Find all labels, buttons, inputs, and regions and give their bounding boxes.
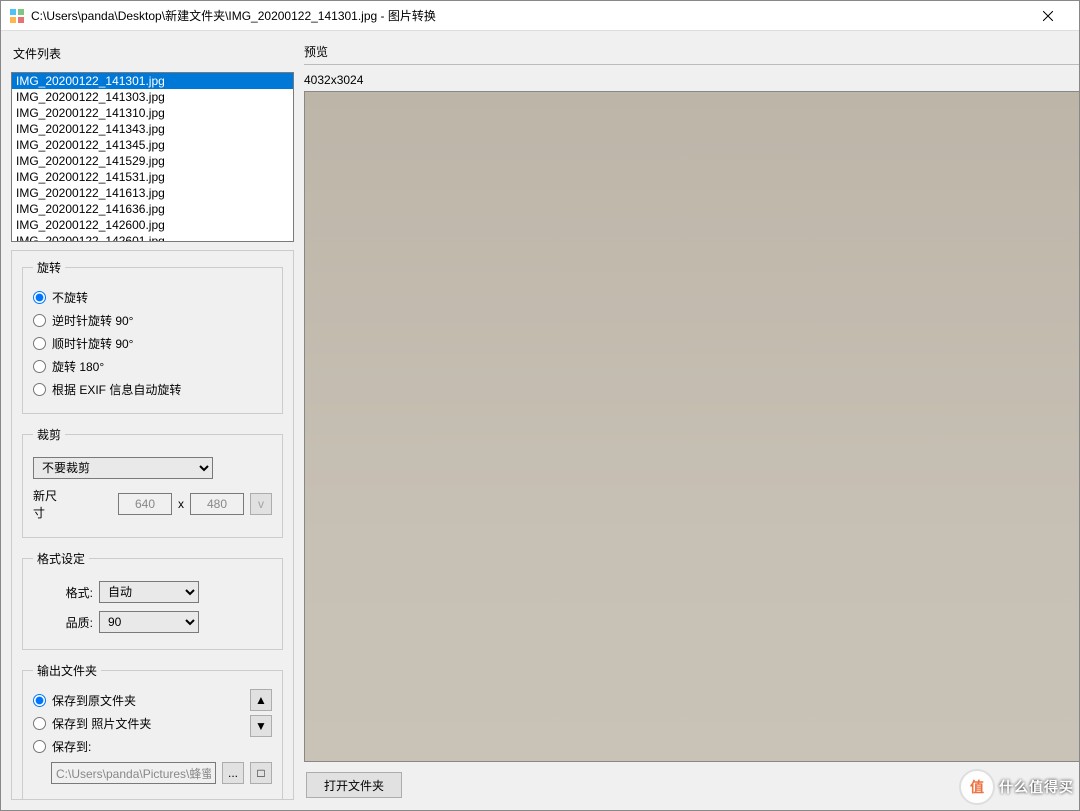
file-list-item[interactable]: IMG_20200122_142600.jpg — [12, 217, 293, 233]
output-group: 输出文件夹 保存到原文件夹保存到 照片文件夹保存到: ▲ ▼ ... □ 文件名… — [22, 662, 283, 800]
filename-prefix-label: 文件名前缀 — [33, 798, 93, 800]
main-area: 文件列表 IMG_20200122_141301.jpgIMG_20200122… — [1, 31, 1079, 810]
file-list-item[interactable]: IMG_20200122_141636.jpg — [12, 201, 293, 217]
window-title: C:\Users\panda\Desktop\新建文件夹\IMG_2020012… — [31, 7, 1025, 24]
rotate-radio[interactable] — [33, 314, 46, 327]
format-label: 格式: — [33, 584, 93, 601]
rotate-option[interactable]: 根据 EXIF 信息自动旋转 — [33, 378, 272, 401]
file-list-item[interactable]: IMG_20200122_141531.jpg — [12, 169, 293, 185]
close-window-button[interactable] — [1025, 1, 1071, 31]
rotate-option[interactable]: 不旋转 — [33, 286, 272, 309]
output-option-label: 保存到 照片文件夹 — [52, 715, 151, 732]
rotate-radio[interactable] — [33, 383, 46, 396]
rotate-radio[interactable] — [33, 291, 46, 304]
format-legend: 格式设定 — [33, 550, 89, 567]
crop-v-button[interactable]: v — [250, 493, 272, 515]
output-move-up-button[interactable]: ▲ — [250, 689, 272, 711]
preview-label: 预览 — [304, 41, 1079, 64]
open-folder-button[interactable]: 打开文件夹 — [306, 772, 402, 798]
bottom-button-bar: 打开文件夹 开始 关闭 — [304, 762, 1079, 800]
app-icon — [9, 8, 25, 24]
preview-divider — [304, 64, 1079, 65]
preview-image: 移动基站后请 机器人清洗抹布时请勿移动 — [305, 92, 1079, 762]
output-option[interactable]: 保存到: — [33, 735, 244, 758]
file-list-item[interactable]: IMG_20200122_142601.jpg — [12, 233, 293, 242]
preview-image-viewport[interactable]: 移动基站后请 机器人清洗抹布时请勿移动 — [304, 91, 1079, 762]
browse-button[interactable]: ... — [222, 762, 244, 784]
open-output-button[interactable]: □ — [250, 762, 272, 784]
output-option[interactable]: 保存到原文件夹 — [33, 689, 244, 712]
rotate-option[interactable]: 旋转 180° — [33, 355, 272, 378]
rotate-option-label: 不旋转 — [52, 289, 88, 306]
output-legend: 输出文件夹 — [33, 662, 101, 679]
file-list[interactable]: IMG_20200122_141301.jpgIMG_20200122_1413… — [11, 72, 294, 242]
file-list-item[interactable]: IMG_20200122_141301.jpg — [12, 73, 293, 89]
left-column: 文件列表 IMG_20200122_141301.jpgIMG_20200122… — [11, 41, 294, 800]
output-option-label: 保存到: — [52, 738, 91, 755]
file-list-item[interactable]: IMG_20200122_141343.jpg — [12, 121, 293, 137]
title-bar: C:\Users\panda\Desktop\新建文件夹\IMG_2020012… — [1, 1, 1079, 31]
rotate-group: 旋转 不旋转逆时针旋转 90° 顺时针旋转 90° 旋转 180° 根据 EXIF 信… — [22, 259, 283, 414]
output-move-down-button[interactable]: ▼ — [250, 715, 272, 737]
file-list-item[interactable]: IMG_20200122_141303.jpg — [12, 89, 293, 105]
rotate-option-label: 顺时针旋转 90° — [52, 335, 133, 352]
rotate-option-label: 逆时针旋转 90° — [52, 312, 133, 329]
output-radio[interactable] — [33, 694, 46, 707]
file-list-item[interactable]: IMG_20200122_141310.jpg — [12, 105, 293, 121]
crop-mode-select[interactable]: 不要裁剪 — [33, 457, 213, 479]
file-list-item[interactable]: IMG_20200122_141529.jpg — [12, 153, 293, 169]
rotate-option[interactable]: 顺时针旋转 90° — [33, 332, 272, 355]
crop-group: 裁剪 不要裁剪 新尺寸 x v — [22, 426, 283, 538]
settings-panel[interactable]: 旋转 不旋转逆时针旋转 90° 顺时针旋转 90° 旋转 180° 根据 EXIF 信… — [11, 250, 294, 800]
rotate-option-label: 根据 EXIF 信息自动旋转 — [52, 381, 181, 398]
quality-label: 品质: — [33, 614, 93, 631]
output-radio[interactable] — [33, 740, 46, 753]
crop-width-input[interactable] — [118, 493, 172, 515]
new-size-label: 新尺寸 — [33, 487, 62, 521]
output-option-label: 保存到原文件夹 — [52, 692, 136, 709]
crop-height-input[interactable] — [190, 493, 244, 515]
format-group: 格式设定 格式: 自动 品质: 90 — [22, 550, 283, 650]
rotate-option[interactable]: 逆时针旋转 90° — [33, 309, 272, 332]
rotate-radio[interactable] — [33, 360, 46, 373]
crop-legend: 裁剪 — [33, 426, 65, 443]
output-radio[interactable] — [33, 717, 46, 730]
output-path-input[interactable] — [51, 762, 216, 784]
rotate-option-label: 旋转 180° — [52, 358, 104, 375]
rotate-radio[interactable] — [33, 337, 46, 350]
file-list-item[interactable]: IMG_20200122_141345.jpg — [12, 137, 293, 153]
quality-select[interactable]: 90 — [99, 611, 199, 633]
format-select[interactable]: 自动 — [99, 581, 199, 603]
right-column: 预览 4032x3024 移动基站后请 机器人清洗抹布时请勿移动 打开文件夹 开… — [304, 41, 1079, 800]
preview-dimensions: 4032x3024 — [304, 71, 1079, 91]
file-list-item[interactable]: IMG_20200122_141613.jpg — [12, 185, 293, 201]
file-list-label: 文件列表 — [11, 41, 294, 64]
x-label: x — [178, 497, 184, 511]
output-option[interactable]: 保存到 照片文件夹 — [33, 712, 244, 735]
rotate-legend: 旋转 — [33, 259, 65, 276]
